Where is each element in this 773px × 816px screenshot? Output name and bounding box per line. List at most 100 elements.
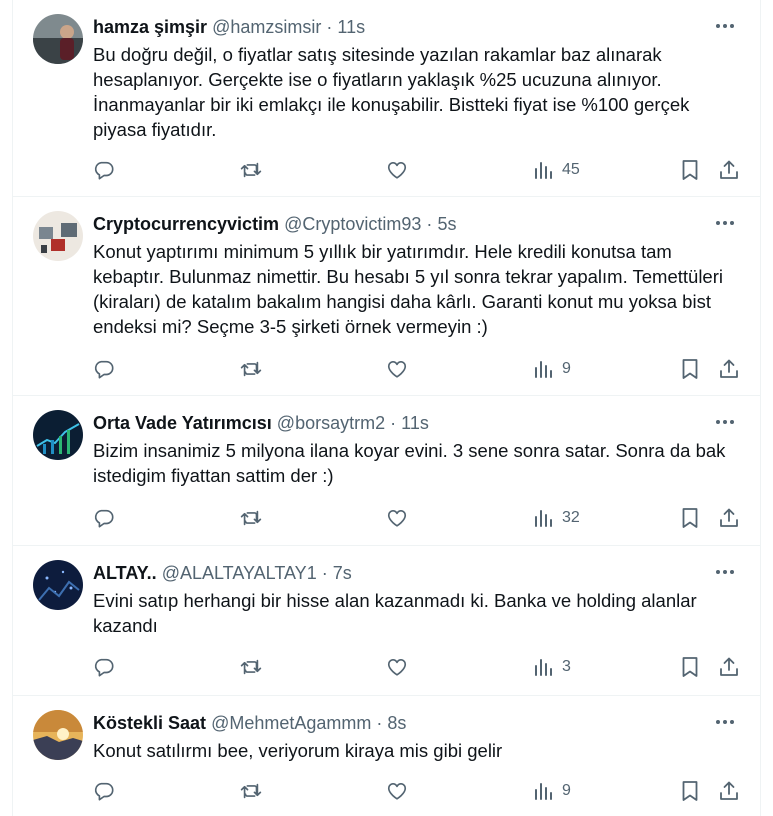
display-name[interactable]: ALTAY..: [93, 563, 157, 583]
avatar-image: [33, 710, 83, 760]
views-count: 9: [562, 360, 571, 377]
heart-icon: [387, 783, 407, 800]
bookmark-button[interactable]: [680, 155, 700, 185]
share-button[interactable]: [718, 354, 740, 384]
display-name[interactable]: hamza şimşir: [93, 17, 207, 37]
timestamp[interactable]: 11s: [401, 413, 429, 433]
reply-button[interactable]: [93, 155, 115, 185]
retweet-icon: [240, 659, 262, 675]
tweet[interactable]: ALTAY.. @ALALTAYALTAY1 · 7s Evini satıp …: [13, 546, 760, 696]
views-button[interactable]: 9: [533, 354, 571, 384]
tweet[interactable]: hamza şimşir @hamzsimsir · 11s Bu doğru …: [13, 0, 760, 197]
tweet-actions: 9: [13, 354, 760, 384]
user-handle[interactable]: @hamzsimsir: [212, 17, 321, 37]
bookmark-button[interactable]: [680, 503, 700, 533]
reply-button[interactable]: [93, 652, 115, 682]
tweet-text: Konut yaptırımı minimum 5 yıllık bir yat…: [93, 241, 723, 337]
bookmark-icon: [682, 781, 698, 801]
avatar[interactable]: [33, 410, 83, 460]
more-options-icon[interactable]: [710, 562, 740, 582]
timestamp[interactable]: 5s: [437, 214, 456, 234]
reply-icon: [94, 658, 114, 677]
retweet-button[interactable]: [239, 503, 263, 533]
bookmark-icon: [682, 160, 698, 180]
tweet-text: Bizim insanimiz 5 milyona ilana koyar ev…: [93, 440, 726, 486]
analytics-icon: [535, 510, 552, 527]
bookmark-button[interactable]: [680, 354, 700, 384]
tweet-text: Bu doğru değil, o fiyatlar satış sitesin…: [93, 44, 690, 140]
bookmark-icon: [682, 657, 698, 677]
share-icon: [720, 508, 738, 527]
display-name[interactable]: Orta Vade Yatırımcısı: [93, 413, 272, 433]
views-button[interactable]: 3: [533, 652, 571, 682]
bookmark-button[interactable]: [680, 652, 700, 682]
separator-dot: ·: [326, 17, 333, 37]
views-button[interactable]: 9: [533, 776, 571, 806]
avatar-image: [33, 14, 83, 64]
avatar-image: [33, 560, 83, 610]
views-button[interactable]: 32: [533, 503, 580, 533]
tweet[interactable]: Orta Vade Yatırımcısı @borsaytrm2 · 11s …: [13, 396, 760, 546]
share-button[interactable]: [718, 503, 740, 533]
views-count: 32: [562, 509, 580, 526]
more-options-icon[interactable]: [710, 412, 740, 432]
retweet-button[interactable]: [239, 155, 263, 185]
user-handle[interactable]: @borsaytrm2: [277, 413, 385, 433]
user-handle[interactable]: @Cryptovictim93: [284, 214, 421, 234]
reply-button[interactable]: [93, 354, 115, 384]
retweet-icon: [240, 783, 262, 799]
reply-button[interactable]: [93, 503, 115, 533]
user-handle[interactable]: @MehmetAgammm: [211, 713, 371, 733]
share-icon: [720, 160, 738, 179]
tweet-text: Konut satılırmı bee, veriyorum kiraya mi…: [93, 740, 503, 761]
reply-icon: [94, 360, 114, 379]
tweet-header: Orta Vade Yatırımcısı @borsaytrm2 · 11s: [93, 411, 429, 435]
retweet-button[interactable]: [239, 652, 263, 682]
like-button[interactable]: [386, 354, 408, 384]
tweet[interactable]: Cryptocurrencyvictim @Cryptovictim93 · 5…: [13, 197, 760, 396]
timestamp[interactable]: 8s: [387, 713, 406, 733]
retweet-button[interactable]: [239, 354, 263, 384]
separator-dot: ·: [390, 413, 397, 433]
share-button[interactable]: [718, 776, 740, 806]
more-options-icon[interactable]: [710, 213, 740, 233]
heart-icon: [387, 361, 407, 378]
like-button[interactable]: [386, 776, 408, 806]
views-button[interactable]: 45: [533, 155, 580, 185]
like-button[interactable]: [386, 652, 408, 682]
tweet-actions: 45: [13, 155, 760, 185]
share-button[interactable]: [718, 155, 740, 185]
reply-icon: [94, 509, 114, 528]
tweet[interactable]: Köstekli Saat @MehmetAgammm · 8s Konut s…: [13, 696, 760, 816]
analytics-icon: [535, 162, 552, 179]
avatar[interactable]: [33, 14, 83, 64]
avatar[interactable]: [33, 211, 83, 261]
tweet-header: hamza şimşir @hamzsimsir · 11s: [93, 15, 365, 39]
avatar[interactable]: [33, 560, 83, 610]
retweet-icon: [240, 510, 262, 526]
heart-icon: [387, 510, 407, 527]
more-options-icon[interactable]: [710, 16, 740, 36]
timestamp[interactable]: 7s: [333, 563, 352, 583]
separator-dot: ·: [321, 563, 328, 583]
timestamp[interactable]: 11s: [337, 17, 365, 37]
bookmark-button[interactable]: [680, 776, 700, 806]
like-button[interactable]: [386, 155, 408, 185]
separator-dot: ·: [376, 713, 383, 733]
share-button[interactable]: [718, 652, 740, 682]
user-handle[interactable]: @ALALTAYALTAY1: [162, 563, 317, 583]
reply-button[interactable]: [93, 776, 115, 806]
share-icon: [720, 657, 738, 676]
display-name[interactable]: Köstekli Saat: [93, 713, 206, 733]
tweet-actions: 9: [13, 776, 760, 806]
analytics-icon: [535, 783, 552, 800]
avatar[interactable]: [33, 710, 83, 760]
retweet-icon: [240, 361, 262, 377]
more-options-icon[interactable]: [710, 712, 740, 732]
tweet-text: Evini satıp herhangi bir hisse alan kaza…: [93, 590, 697, 636]
retweet-button[interactable]: [239, 776, 263, 806]
display-name[interactable]: Cryptocurrencyvictim: [93, 214, 279, 234]
tweet-actions: 32: [13, 503, 760, 533]
like-button[interactable]: [386, 503, 408, 533]
tweet-feed: hamza şimşir @hamzsimsir · 11s Bu doğru …: [12, 0, 761, 816]
